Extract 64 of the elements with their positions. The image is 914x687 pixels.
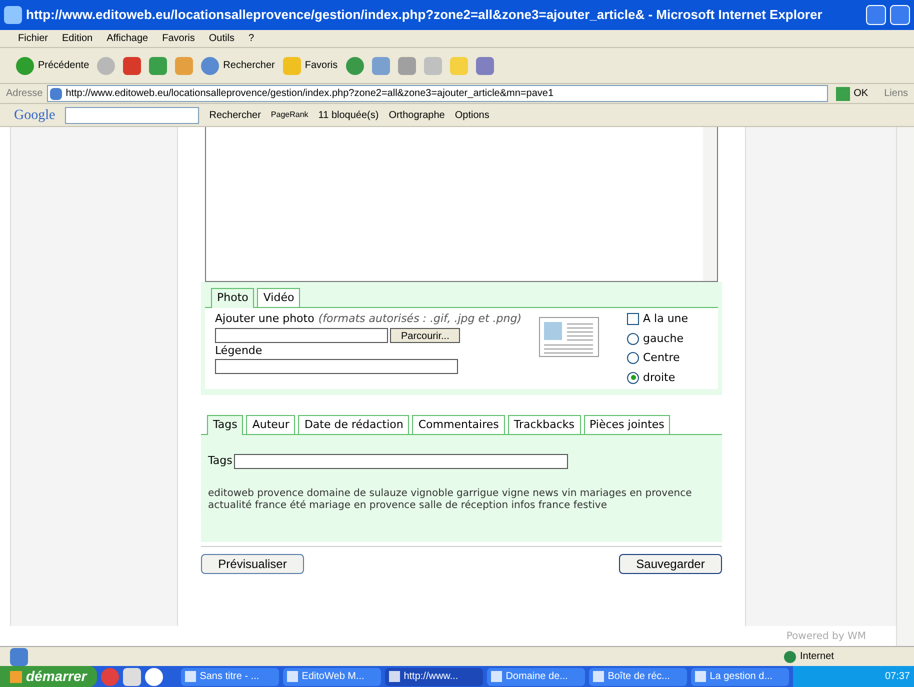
tags-field[interactable] <box>234 454 568 469</box>
tab[interactable]: Commentaires <box>412 415 505 434</box>
back-button[interactable]: Précédente <box>16 56 90 74</box>
favorites-button[interactable]: Favoris <box>282 56 338 74</box>
address-field[interactable]: http://www.editoweb.eu/locationsalleprovence/gestion/index.php?zone2=all&zone3=ajouter_article&mn=pave1 <box>46 85 828 102</box>
taskbar-button[interactable]: La gestion d... <box>690 668 789 686</box>
tags-label: Tags <box>208 453 232 469</box>
clock: 07:37 <box>884 670 910 684</box>
go-button[interactable]: OK <box>832 86 872 101</box>
preview-button[interactable]: Prévisualiser <box>201 554 304 574</box>
radio-button[interactable] <box>627 332 639 345</box>
menu-item[interactable]: Edition <box>62 31 93 46</box>
radio-button[interactable] <box>627 372 639 384</box>
pagerank-label[interactable]: PageRank <box>270 109 308 121</box>
scroll-bar[interactable] <box>896 127 914 646</box>
checkbox[interactable] <box>627 313 639 326</box>
tab[interactable]: Trackbacks <box>508 415 581 434</box>
tab[interactable]: Pièces jointes <box>584 415 670 434</box>
google-search-button[interactable]: Rechercher <box>209 108 261 122</box>
tab[interactable]: Photo <box>211 288 254 308</box>
radio-label: droite <box>643 370 676 386</box>
tab[interactable]: Vidéo <box>257 288 300 307</box>
menu-item[interactable]: Outils <box>208 31 234 46</box>
radio-button[interactable] <box>627 352 639 364</box>
links-label[interactable]: Liens <box>884 86 908 101</box>
menu-item[interactable]: Fichier <box>18 31 48 46</box>
minimize-button[interactable] <box>866 5 886 25</box>
popup-blocker-label[interactable]: 11 bloquée(s) <box>318 108 379 122</box>
photo-label: Ajouter une photo <box>215 311 314 327</box>
window-title: http://www.editoweb.eu/locationsalleprovence/gestion/index.php?zone2=all&zone3=ajouter_article& - Microsoft Internet Explorer <box>26 6 824 24</box>
menu-item[interactable]: ? <box>248 31 254 46</box>
taskbar-button[interactable]: Domaine de... <box>486 668 585 686</box>
google-logo[interactable]: Google <box>14 104 56 126</box>
taskbar-button[interactable]: EditoWeb M... <box>282 668 381 686</box>
google-search-field[interactable] <box>65 106 200 124</box>
tab[interactable]: Auteur <box>246 415 296 434</box>
menu-item[interactable]: Affichage <box>106 31 148 46</box>
taskbar-button[interactable]: Sans titre - ... <box>180 668 279 686</box>
scroll-bar[interactable] <box>703 127 717 281</box>
spelling-button[interactable]: Orthographe <box>388 108 445 122</box>
radio-label: Centre <box>643 350 680 366</box>
taskbar-button[interactable]: http://www... <box>384 668 483 686</box>
layout-preview-icon <box>539 317 599 357</box>
tag-suggestions: editoweb provence domaine de sulauze vignoble garrigue vigne news vin mariages en provence actualité france été mariage en provence salle de réception infos france festive <box>208 488 693 512</box>
maximize-button[interactable] <box>890 5 910 25</box>
radio-label: gauche <box>643 330 684 346</box>
start-button[interactable]: démarrer <box>0 666 97 687</box>
caption-field[interactable] <box>215 359 458 374</box>
address-label: Adresse <box>6 87 43 101</box>
format-hint: (formats autorisés : .gif, .jpg et .png) <box>318 311 522 327</box>
tab[interactable]: Date de rédaction <box>298 415 410 434</box>
caption-label: Légende <box>215 342 264 358</box>
zone-label: Internet <box>800 650 834 664</box>
footer-text: Powered by WM <box>786 630 866 644</box>
options-button[interactable]: Options <box>454 108 490 122</box>
taskbar-button[interactable]: Boîte de réc... <box>588 668 687 686</box>
save-button[interactable]: Sauvegarder <box>619 554 722 574</box>
checkbox-label: A la une <box>643 311 688 327</box>
browse-button[interactable]: Parcourir... <box>390 328 460 342</box>
search-button[interactable]: Rechercher <box>201 56 275 74</box>
menu-item[interactable]: Favoris <box>162 31 195 46</box>
url-text: http://www.editoweb.eu/locationsalleprovence/gestion/index.php?zone2=all&zone3=ajouter_article&mn=pave1 <box>66 87 554 101</box>
file-field[interactable] <box>215 328 388 342</box>
tab[interactable]: Tags <box>207 415 244 435</box>
